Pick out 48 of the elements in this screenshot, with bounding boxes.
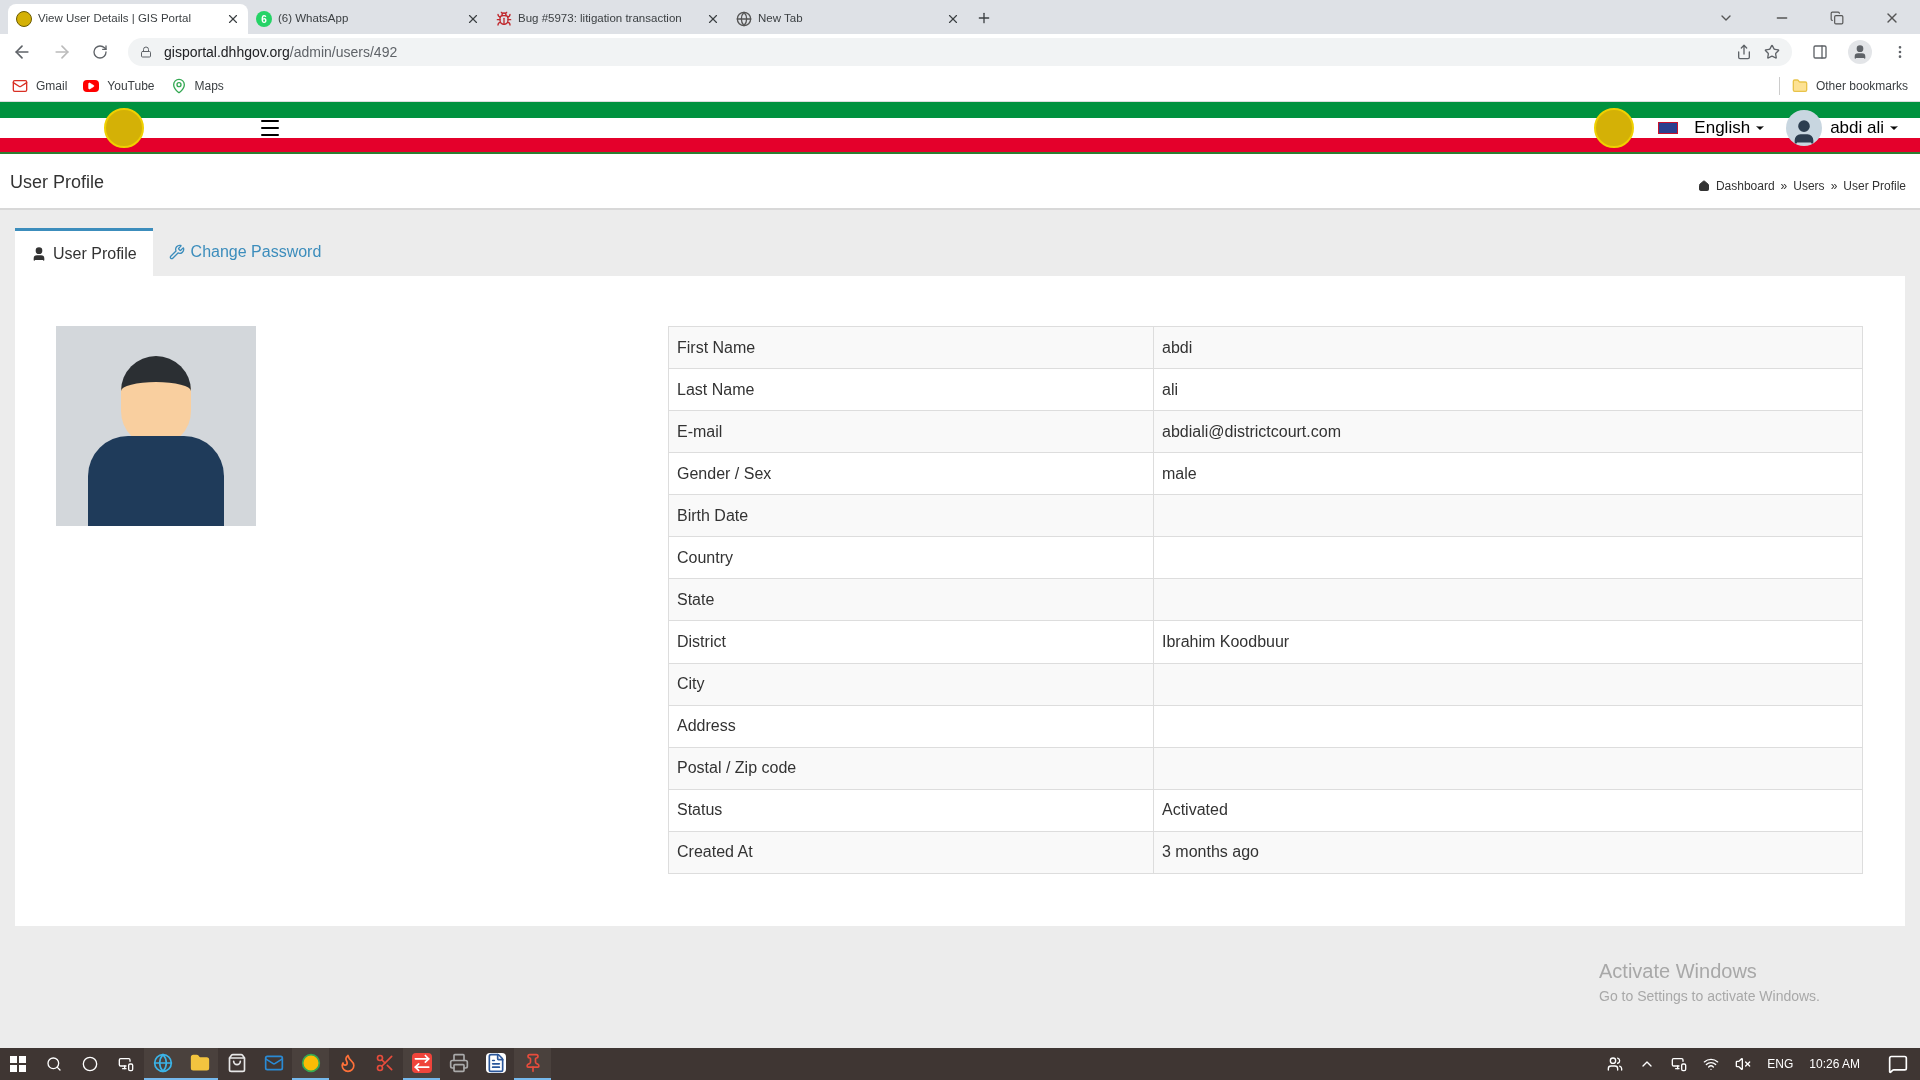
browser-tab[interactable]: New Tab — [728, 4, 968, 34]
field-label: State — [668, 578, 1154, 621]
chat-badge: 6 — [256, 11, 272, 27]
field-value: abdi — [1153, 326, 1863, 369]
user-menu[interactable]: abdi ali — [1830, 115, 1900, 141]
url-text: gisportal.dhhgov.org/admin/users/492 — [164, 42, 398, 62]
field-value: 3 months ago — [1153, 831, 1863, 874]
browser-tab[interactable]: 6 (6) WhatsApp — [248, 4, 488, 34]
breadcrumb-separator: » — [1780, 178, 1788, 195]
activation-text: Go to Settings to activate Windows. — [1599, 987, 1820, 1006]
field-label: First Name — [668, 326, 1154, 369]
field-value: abdiali@districtcourt.com — [1153, 410, 1863, 453]
tab-title: View User Details | GIS Portal — [38, 11, 192, 27]
field-value: ali — [1153, 368, 1863, 411]
address-bar[interactable]: gisportal.dhhgov.org/admin/users/492 — [128, 38, 1792, 66]
field-label: Created At — [668, 831, 1154, 874]
browser-tab[interactable]: Bug #5973: litigation transaction — [488, 4, 728, 34]
breadcrumb-separator: » — [1830, 178, 1838, 195]
other-bookmarks-link[interactable]: Other bookmarks — [1778, 76, 1908, 95]
browser-tab[interactable]: View User Details | GIS Portal — [8, 4, 248, 34]
profile-tab[interactable]: User Profile — [15, 228, 153, 276]
field-label: Birth Date — [668, 494, 1154, 537]
field-value: Ibrahim Koodbuur — [1153, 620, 1863, 663]
bookmark-link[interactable]: Maps — [170, 76, 224, 95]
breadcrumb-current: User Profile — [1843, 178, 1906, 195]
field-label: E-mail — [668, 410, 1154, 453]
field-label: Country — [668, 536, 1154, 579]
tab-title: Bug #5973: litigation transaction — [518, 11, 683, 27]
bookmark-link[interactable]: YouTube — [83, 76, 155, 95]
field-label: Last Name — [668, 368, 1154, 411]
page-title: User Profile — [10, 171, 105, 194]
language-dropdown[interactable]: English — [1694, 115, 1767, 141]
clock[interactable]: 10:26 AM — [1809, 1055, 1860, 1073]
breadcrumb-link[interactable]: Dashboard — [1715, 177, 1775, 195]
field-label: Address — [668, 705, 1154, 748]
field-label: City — [668, 663, 1154, 706]
field-label: Postal / Zip code — [668, 747, 1154, 790]
field-value: Activated — [1153, 789, 1863, 832]
field-label: District — [668, 620, 1154, 663]
field-label: Gender / Sex — [668, 452, 1154, 495]
field-label: Status — [668, 789, 1154, 832]
bookmark-link[interactable]: Gmail — [12, 76, 68, 95]
language-indicator[interactable]: ENG — [1767, 1055, 1794, 1073]
breadcrumb-link[interactable]: Users — [1793, 177, 1825, 195]
tab-title: (6) WhatsApp — [278, 11, 350, 27]
field-value: male — [1153, 452, 1863, 495]
activation-title: Activate Windows — [1599, 959, 1758, 984]
tab-title: New Tab — [758, 11, 804, 27]
